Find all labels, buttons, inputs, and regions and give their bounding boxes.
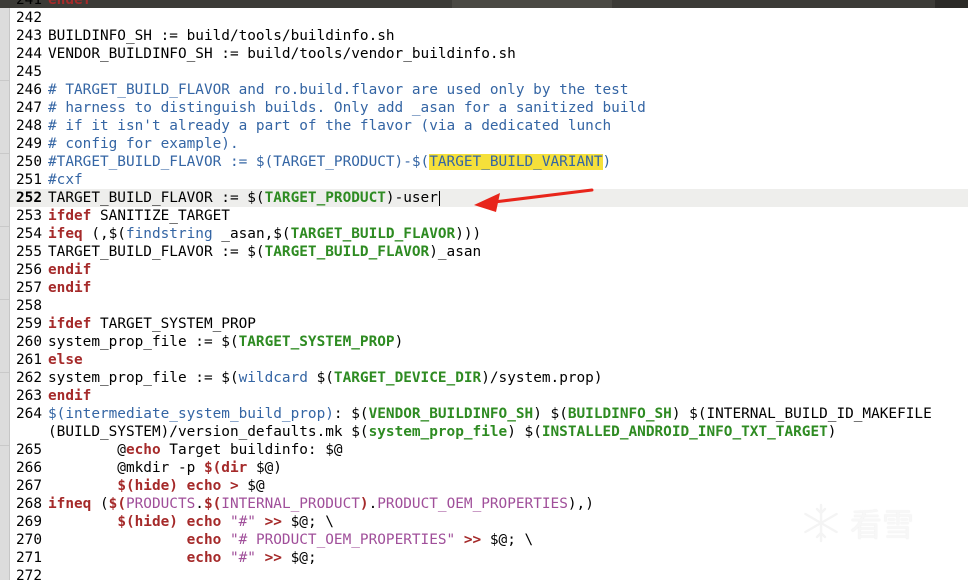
line-number: 242 — [16, 10, 42, 26]
line-number: 269 — [16, 514, 42, 530]
line-number: 271 — [16, 550, 42, 566]
line-number: 264 — [16, 406, 42, 422]
line-number: 243 — [16, 28, 42, 44]
line-number: 245 — [16, 64, 42, 80]
side-panel-segment — [0, 154, 9, 227]
line-code[interactable]: @mkdir -p $(dir $@) — [48, 459, 282, 477]
line-code[interactable]: # config for example). — [48, 135, 239, 153]
line-code[interactable]: system_prop_file := $(TARGET_SYSTEM_PROP… — [48, 333, 403, 351]
line-code[interactable]: (BUILD_SYSTEM)/version_defaults.mk $(sys… — [48, 423, 836, 441]
line-number: 248 — [16, 118, 42, 134]
line-code[interactable]: TARGET_BUILD_FLAVOR := $(TARGET_PRODUCT)… — [48, 189, 440, 207]
line-number: 253 — [16, 208, 42, 224]
line-number: 241 — [16, 0, 42, 8]
line-code[interactable]: else — [48, 351, 83, 369]
line-number: 257 — [16, 280, 42, 296]
line-code[interactable]: # harness to distinguish builds. Only ad… — [48, 99, 646, 117]
line-code[interactable]: TARGET_BUILD_FLAVOR := $(TARGET_BUILD_FL… — [48, 243, 481, 261]
line-number: 263 — [16, 388, 42, 404]
side-panel-segment — [0, 8, 9, 81]
line-number: 268 — [16, 496, 42, 512]
line-code[interactable]: #cxf — [48, 171, 83, 189]
line-number: 265 — [16, 442, 42, 458]
line-number: 244 — [16, 46, 42, 62]
side-panel-segment — [0, 300, 9, 373]
side-panel-segment — [0, 227, 9, 300]
line-code[interactable]: endif — [48, 387, 91, 405]
line-code[interactable]: ifeq (,$(findstring _asan,$(TARGET_BUILD… — [48, 225, 481, 243]
line-number: 249 — [16, 136, 42, 152]
side-panel-edge[interactable] — [0, 8, 10, 580]
line-code[interactable]: ifdef TARGET_SYSTEM_PROP — [48, 315, 256, 333]
line-code[interactable]: # TARGET_BUILD_FLAVOR and ro.build.flavo… — [48, 81, 628, 99]
line-number: 251 — [16, 172, 42, 188]
line-number: 262 — [16, 370, 42, 386]
line-code[interactable]: # if it isn't already a part of the flav… — [48, 117, 611, 135]
line-code[interactable]: @echo Target buildinfo: $@ — [48, 441, 342, 459]
line-number: 247 — [16, 100, 42, 116]
side-panel-segment — [0, 373, 9, 446]
text-cursor — [438, 190, 440, 206]
line-code[interactable]: system_prop_file := $(wildcard $(TARGET_… — [48, 369, 603, 387]
line-code[interactable]: $(hide) echo "#" >> $@; \ — [48, 513, 334, 531]
side-panel-segment — [0, 81, 9, 154]
snowflake-icon — [804, 503, 838, 543]
line-code[interactable]: ifdef SANITIZE_TARGET — [48, 207, 230, 225]
line-code[interactable]: endif — [48, 279, 91, 297]
line-code[interactable]: echo "#" >> $@; — [48, 549, 317, 567]
line-number: 267 — [16, 478, 42, 494]
line-number: 254 — [16, 226, 42, 242]
line-number: 266 — [16, 460, 42, 476]
line-number: 270 — [16, 532, 42, 548]
code-line[interactable]: 252 TARGET_BUILD_FLAVOR := $(TARGET_PRODU… — [10, 189, 968, 207]
line-code[interactable]: #TARGET_BUILD_FLAVOR := $(TARGET_PRODUCT… — [48, 153, 611, 171]
line-number: 256 — [16, 262, 42, 278]
watermark-text: 看雪 — [850, 506, 915, 544]
line-code[interactable]: BUILDINFO_SH := build/tools/buildinfo.sh — [48, 27, 395, 45]
line-code[interactable]: endif — [48, 261, 91, 279]
line-number: 246 — [16, 82, 42, 98]
line-code[interactable]: echo "# PRODUCT_OEM_PROPERTIES" >> $@; \ — [48, 531, 534, 549]
kanxue-watermark: 看雪 — [800, 500, 914, 546]
line-code[interactable]: VENDOR_BUILDINFO_SH := build/tools/vendo… — [48, 45, 516, 63]
line-code[interactable]: $(intermediate_system_build_prop): $(VEN… — [48, 405, 932, 423]
line-number: 250 — [16, 154, 42, 170]
line-number: 258 — [16, 298, 42, 314]
line-code[interactable]: $(hide) echo > $@ — [48, 477, 264, 495]
line-number: 260 — [16, 334, 42, 350]
line-code[interactable]: ifneq ($(PRODUCTS.$(INTERNAL_PRODUCT).PR… — [48, 495, 594, 513]
line-number: 252 — [16, 190, 42, 206]
line-number: 261 — [16, 352, 42, 368]
line-code[interactable]: endef — [48, 0, 91, 9]
code-editor[interactable]: 241 endef 242 243 BUILDINFO_SH := build/tool… — [10, 0, 968, 580]
line-number: 259 — [16, 316, 42, 332]
line-number: 272 — [16, 568, 42, 580]
line-number: 255 — [16, 244, 42, 260]
